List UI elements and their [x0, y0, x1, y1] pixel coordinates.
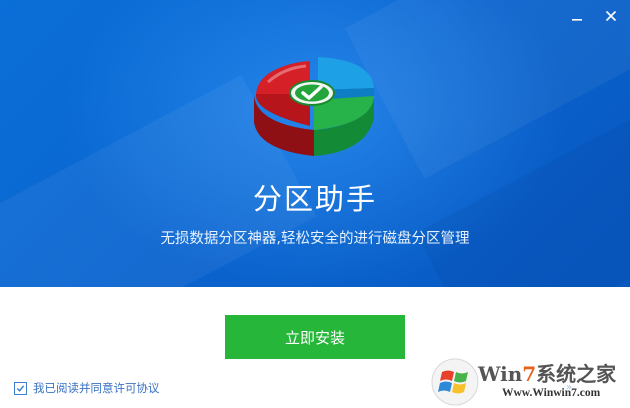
- app-subtitle: 无损数据分区神器,轻松安全的进行磁盘分区管理: [160, 231, 470, 247]
- agreement-checkbox[interactable]: [14, 381, 27, 395]
- minimize-icon: [572, 19, 582, 21]
- agreement-checkbox-row[interactable]: 我已阅读并同意许可协议: [14, 380, 160, 396]
- watermark-brand-part: Win: [478, 362, 523, 386]
- agreement-label[interactable]: 我已阅读并同意许可协议: [33, 380, 160, 396]
- watermark-brand: Win7系统之家: [478, 358, 616, 387]
- watermark-url: Www.Winwin7.com: [502, 387, 601, 399]
- minimize-button[interactable]: [566, 6, 588, 26]
- close-button[interactable]: [600, 6, 622, 26]
- watermark: Win7系统之家 » Www.Winwin7.com: [430, 355, 630, 408]
- watermark-brand-number: 7: [522, 362, 537, 386]
- header-banner: 分区助手 无损数据分区神器,轻松安全的进行磁盘分区管理: [0, 0, 630, 287]
- partition-pie-logo: [254, 57, 374, 156]
- watermark-brand-suffix: 系统之家: [536, 362, 617, 386]
- windows-logo-icon: [431, 358, 479, 406]
- close-icon: [605, 10, 617, 22]
- app-title: 分区助手: [252, 182, 377, 216]
- checkmark-icon: [16, 384, 25, 392]
- install-button[interactable]: 立即安装: [225, 315, 405, 359]
